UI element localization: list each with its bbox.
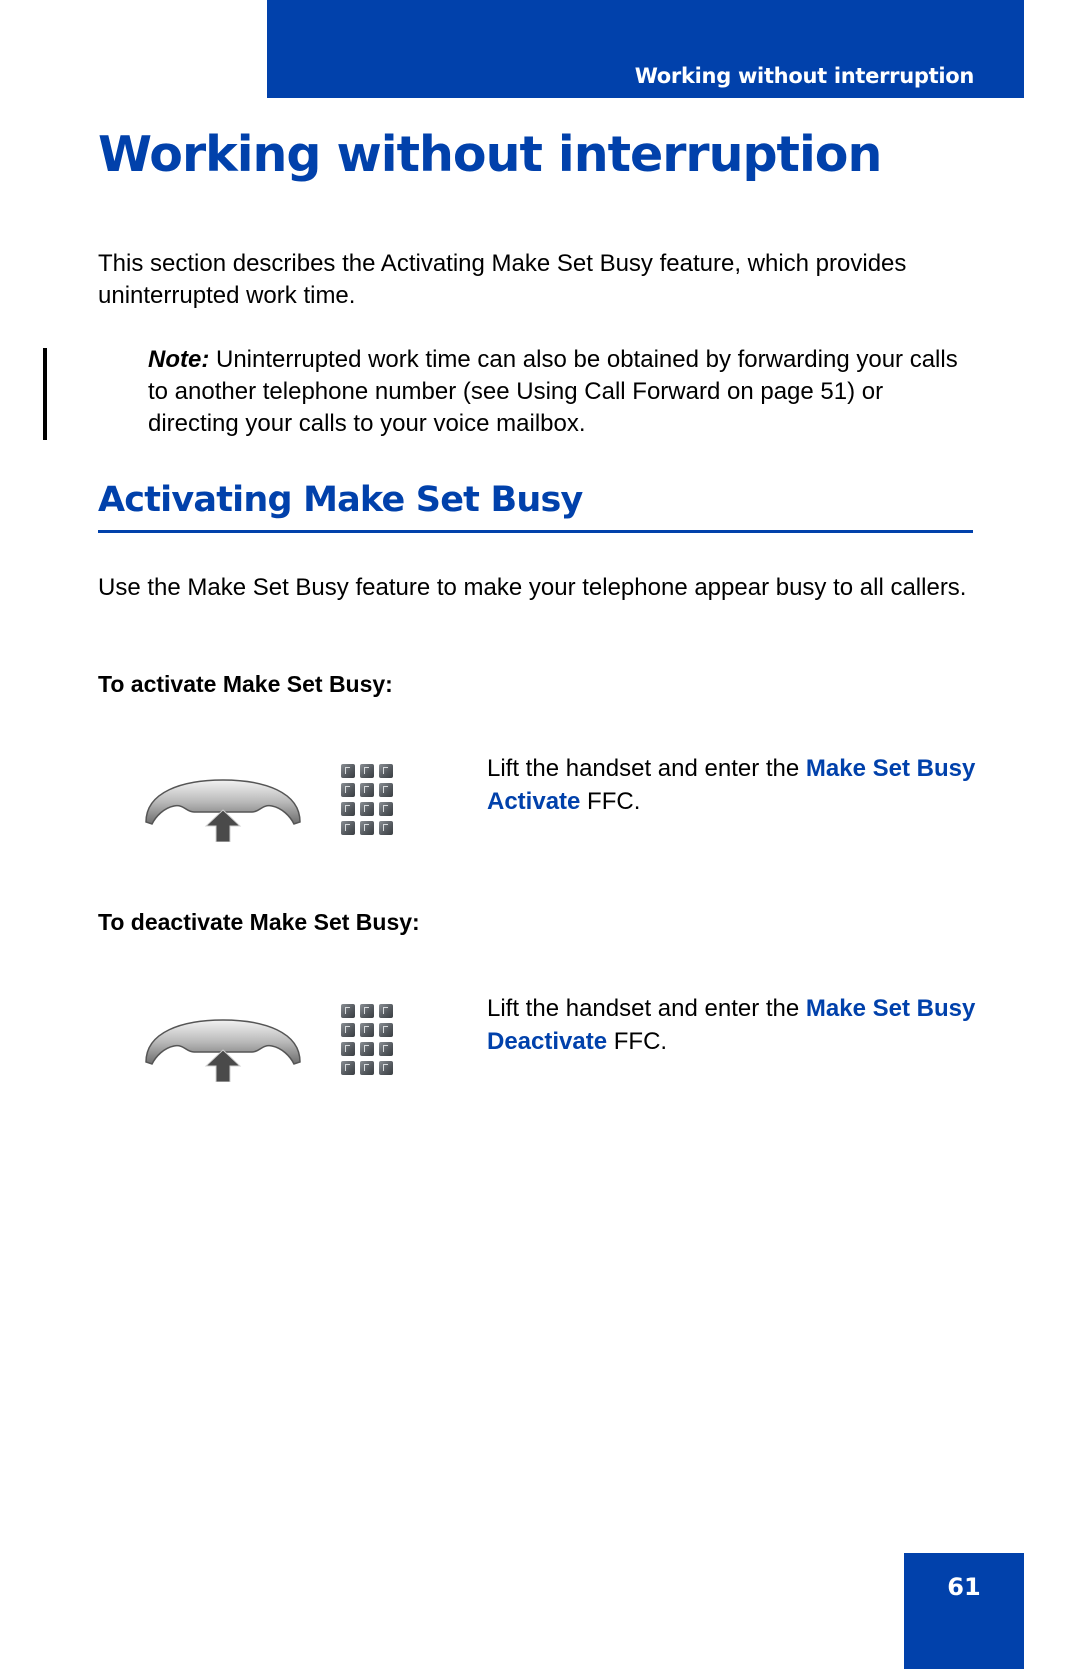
section-title: Activating Make Set Busy xyxy=(98,480,583,520)
deactivate-instruction: Lift the handset and enter the Make Set … xyxy=(487,992,987,1058)
instruction-suffix: FFC. xyxy=(607,1028,668,1055)
intro-paragraph: This section describes the Activating Ma… xyxy=(98,250,907,309)
running-header-bar: Working without interruption xyxy=(267,0,1024,98)
note-text: Uninterrupted work time can also be obta… xyxy=(148,346,958,437)
keypad-icon xyxy=(341,764,393,840)
activate-instruction: Lift the handset and enter the Make Set … xyxy=(487,752,987,818)
section-rule xyxy=(98,530,973,533)
note-label: Note: xyxy=(148,346,210,373)
page-number-box: 61 xyxy=(904,1553,1024,1669)
running-header-title: Working without interruption xyxy=(634,64,975,88)
instruction-suffix: FFC. xyxy=(580,788,641,815)
instruction-text: Lift the handset and enter the xyxy=(487,755,806,782)
activate-procedure-heading: To activate Make Set Busy: xyxy=(98,671,393,697)
note-paragraph: Note: Uninterrupted work time can also b… xyxy=(148,344,978,440)
page-number: 61 xyxy=(947,1573,981,1601)
change-bar xyxy=(43,348,47,440)
deactivate-step: Lift the handset and enter the Make Set … xyxy=(0,990,1080,1100)
section-description: Use the Make Set Busy feature to make yo… xyxy=(98,574,967,601)
instruction-text: Lift the handset and enter the xyxy=(487,995,806,1022)
keypad-icon xyxy=(341,1004,393,1080)
deactivate-procedure-heading: To deactivate Make Set Busy: xyxy=(98,909,420,935)
activate-step: Lift the handset and enter the Make Set … xyxy=(0,750,1080,860)
handset-lift-icon xyxy=(145,779,301,842)
page-title: Working without interruption xyxy=(98,126,882,183)
handset-lift-icon xyxy=(145,1019,301,1082)
